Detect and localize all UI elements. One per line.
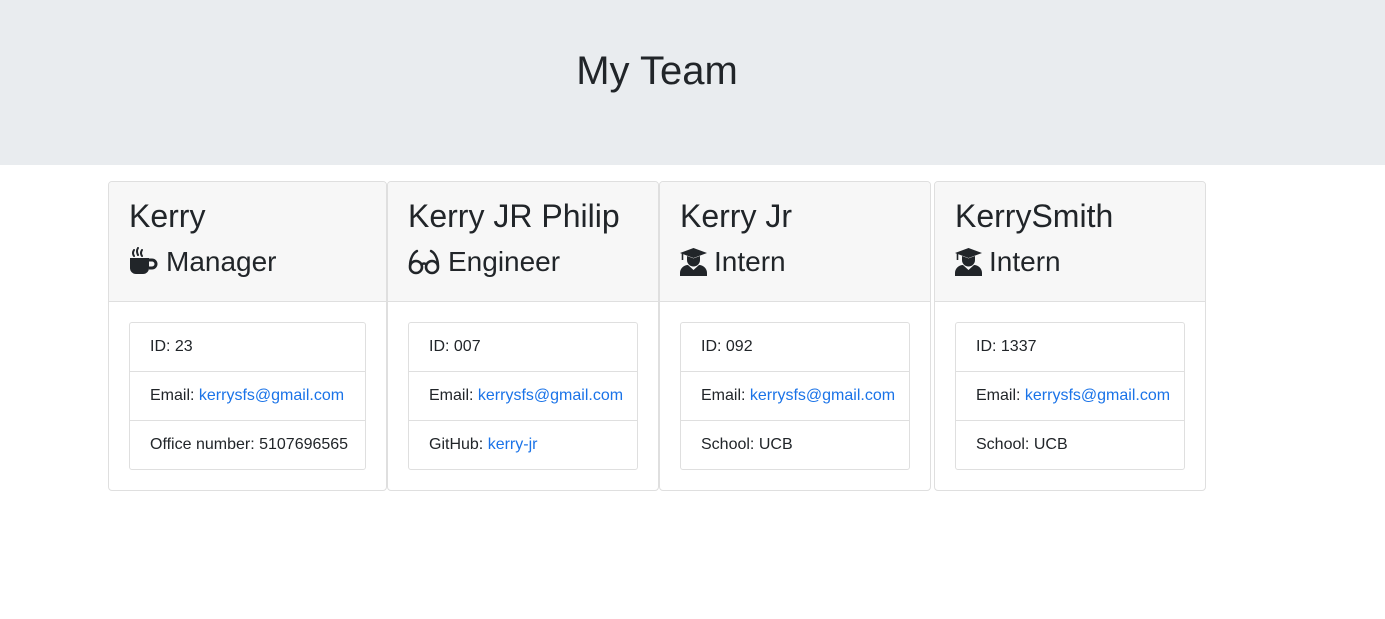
role-label: Manager [166, 246, 277, 277]
employee-role: Intern [955, 244, 1061, 280]
github-label: GitHub: [429, 436, 484, 453]
role-label: Engineer [448, 246, 561, 277]
employee-details: ID: 007 Email: kerrysfs@gmail.com GitHub… [408, 322, 638, 470]
id-value: 23 [174, 338, 193, 355]
email-link[interactable]: kerrysfs@gmail.com [750, 387, 895, 405]
mug-icon [129, 247, 159, 277]
id-value: 1337 [1000, 338, 1037, 355]
card-header: Kerry Manager [109, 182, 386, 302]
email-label: Email: [150, 387, 195, 404]
employee-details: ID: 23 Email: kerrysfs@gmail.com Office … [129, 322, 366, 470]
employee-name: Kerry JR Philip [408, 198, 620, 234]
employee-role: Intern [680, 244, 786, 280]
email-label: Email: [429, 387, 474, 404]
page-title: My Team [576, 49, 738, 93]
list-item-email: Email: kerrysfs@gmail.com [956, 371, 1184, 420]
office-number: 5107696565 [259, 436, 349, 453]
list-item-school: School: UCB [956, 420, 1184, 469]
glasses-icon [408, 247, 440, 277]
page-header: My Team [0, 0, 1385, 165]
employee-details: ID: 1337 Email: kerrysfs@gmail.com Schoo… [955, 322, 1185, 470]
role-label: Intern [714, 246, 786, 277]
list-item-id: ID: 092 [681, 323, 909, 371]
id-label: ID: [976, 338, 997, 355]
office-label: Office number: [150, 436, 255, 453]
email-link[interactable]: kerrysfs@gmail.com [478, 387, 623, 405]
list-item-email: Email: kerrysfs@gmail.com [130, 371, 365, 420]
email-label: Email: [701, 387, 746, 404]
graduate-icon [680, 247, 707, 277]
card-header: KerrySmith Intern [935, 182, 1205, 302]
employee-card-intern: KerrySmith Intern ID: 1337 Email: kerrys… [934, 181, 1206, 491]
employee-name: Kerry [129, 198, 206, 234]
id-label: ID: [701, 338, 722, 355]
employee-card-engineer: Kerry JR Philip Engineer ID: 007 Email: … [387, 181, 659, 491]
list-item-id: ID: 007 [409, 323, 637, 371]
employee-role: Engineer [408, 244, 560, 280]
employee-card-intern: Kerry Jr Intern ID: 092 Email: kerrysfs@… [659, 181, 931, 491]
list-item-office: Office number: 5107696565 [130, 420, 365, 469]
id-value: 007 [453, 338, 481, 355]
employee-card-manager: Kerry Manager ID: 23 Email: kerrysfs@gma… [108, 181, 387, 491]
email-label: Email: [976, 387, 1021, 404]
employee-role: Manager [129, 244, 277, 280]
id-label: ID: [429, 338, 450, 355]
employee-details: ID: 092 Email: kerrysfs@gmail.com School… [680, 322, 910, 470]
school-value: UCB [758, 436, 793, 453]
id-value: 092 [725, 338, 753, 355]
school-value: UCB [1033, 436, 1068, 453]
role-label: Intern [989, 246, 1061, 277]
id-label: ID: [150, 338, 171, 355]
school-label: School: [701, 436, 755, 453]
email-link[interactable]: kerrysfs@gmail.com [1025, 387, 1170, 405]
list-item-email: Email: kerrysfs@gmail.com [409, 371, 637, 420]
list-item-id: ID: 23 [130, 323, 365, 371]
list-item-email: Email: kerrysfs@gmail.com [681, 371, 909, 420]
card-header: Kerry JR Philip Engineer [388, 182, 658, 302]
email-link[interactable]: kerrysfs@gmail.com [199, 387, 344, 405]
school-label: School: [976, 436, 1030, 453]
github-link[interactable]: kerry-jr [488, 436, 538, 454]
card-header: Kerry Jr Intern [660, 182, 930, 302]
graduate-icon [955, 247, 982, 277]
employee-name: Kerry Jr [680, 198, 792, 234]
list-item-id: ID: 1337 [956, 323, 1184, 371]
employee-name: KerrySmith [955, 198, 1114, 234]
list-item-github: GitHub: kerry-jr [409, 420, 637, 469]
list-item-school: School: UCB [681, 420, 909, 469]
